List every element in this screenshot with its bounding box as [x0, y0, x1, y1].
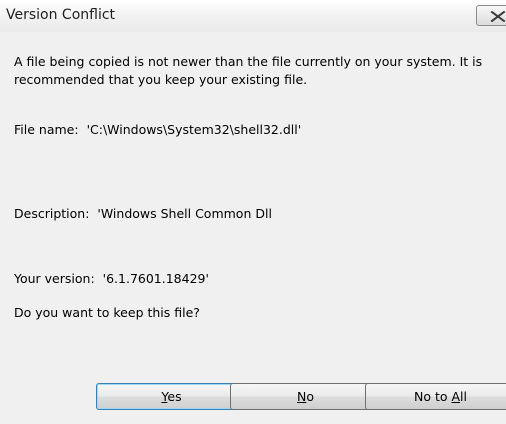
no-mnemonic: N	[296, 389, 307, 404]
title-bar: Version Conflict	[0, 0, 506, 32]
no-to-all-prefix: No to	[413, 389, 452, 404]
no-to-all-mnemonic: A	[451, 389, 461, 404]
description-value: 'Windows Shell Common Dll	[97, 206, 272, 221]
file-name-value: 'C:\Windows\System32\shell32.dll'	[86, 122, 302, 137]
window-title: Version Conflict	[6, 7, 116, 23]
your-version-label: Your version:	[14, 271, 95, 286]
close-button[interactable]	[476, 5, 506, 26]
yes-label-rest: es	[167, 389, 182, 404]
no-label-rest: o	[306, 389, 314, 404]
keep-file-question: Do you want to keep this file?	[14, 305, 200, 320]
dialog-content: A file being copied is not newer than th…	[0, 32, 506, 424]
description-label: Description:	[14, 206, 90, 221]
no-to-all-label-rest: ll	[460, 389, 467, 404]
no-to-all-button[interactable]: No to All	[365, 383, 506, 410]
conflict-message: A file being copied is not newer than th…	[14, 54, 483, 87]
file-name-row: File name: 'C:\Windows\System32\shell32.d…	[14, 121, 301, 139]
description-row: Description: 'Windows Shell Common Dll	[14, 205, 272, 223]
file-name-label: File name:	[14, 122, 79, 137]
your-version-row: Your version: '6.1.7601.18429'	[14, 270, 209, 288]
version-conflict-dialog: Version Conflict A file being copied is …	[0, 0, 506, 424]
close-icon	[490, 11, 506, 22]
your-version-value: '6.1.7601.18429'	[102, 271, 209, 286]
no-button[interactable]: No	[230, 383, 381, 410]
yes-button[interactable]: Yes	[96, 383, 247, 410]
